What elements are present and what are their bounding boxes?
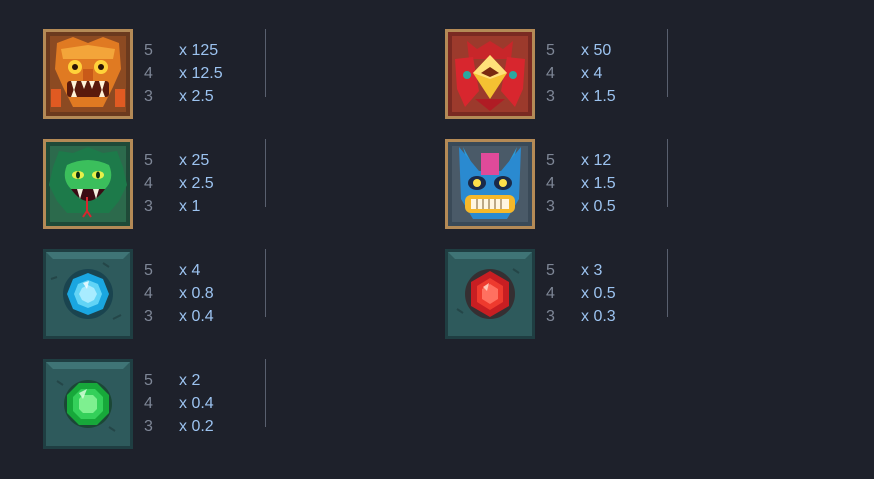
payout-divider <box>265 139 266 207</box>
payout-multiplier: x 0.4 <box>179 308 214 325</box>
paytable-entry-blue-gem: 5 x 4 4 x 0.8 3 x 0.4 <box>43 249 373 341</box>
payout-divider <box>265 249 266 317</box>
payout-divider <box>667 249 668 317</box>
symbol-count: 5 <box>546 152 555 169</box>
payout-multiplier: x 4 <box>179 262 201 279</box>
symbol-count: 3 <box>546 88 555 105</box>
payout-multiplier: x 1 <box>179 198 201 215</box>
paytable-entry-serpent: 5 x 25 4 x 2.5 3 x 1 <box>43 139 373 231</box>
payout-divider <box>265 29 266 97</box>
symbol-count: 5 <box>144 152 153 169</box>
symbol-count: 4 <box>546 65 555 82</box>
symbol-count: 4 <box>144 395 153 412</box>
symbol-count: 4 <box>546 175 555 192</box>
symbol-count: 4 <box>546 285 555 302</box>
serpent-mask-icon <box>43 139 133 229</box>
payout-multiplier: x 0.4 <box>179 395 214 412</box>
paytable-entry-bird: 5 x 50 4 x 4 3 x 1.5 <box>445 29 775 121</box>
symbol-count: 3 <box>144 88 153 105</box>
symbol-count: 4 <box>144 175 153 192</box>
payout-multiplier: x 0.2 <box>179 418 214 435</box>
payout-multiplier: x 0.5 <box>581 285 616 302</box>
payout-multiplier: x 1.5 <box>581 88 616 105</box>
paytable-entry-blue-demon: 5 x 12 4 x 1.5 3 x 0.5 <box>445 139 775 231</box>
jaguar-mask-icon <box>43 29 133 119</box>
symbol-count: 5 <box>546 262 555 279</box>
bird-mask-icon <box>445 29 535 119</box>
payout-multiplier: x 0.5 <box>581 198 616 215</box>
payout-multiplier: x 2 <box>179 372 201 389</box>
payout-multiplier: x 125 <box>179 42 219 59</box>
symbol-count: 3 <box>546 198 555 215</box>
payout-multiplier: x 25 <box>179 152 210 169</box>
symbol-count: 3 <box>546 308 555 325</box>
payout-multiplier: x 50 <box>581 42 612 59</box>
symbol-count: 4 <box>144 65 153 82</box>
payout-multiplier: x 2.5 <box>179 88 214 105</box>
symbol-count: 5 <box>144 262 153 279</box>
paytable-entry-green-gem: 5 x 2 4 x 0.4 3 x 0.2 <box>43 359 373 451</box>
symbol-count: 4 <box>144 285 153 302</box>
symbol-count: 5 <box>144 372 153 389</box>
paytable-entry-red-gem: 5 x 3 4 x 0.5 3 x 0.3 <box>445 249 775 341</box>
symbol-count: 3 <box>144 198 153 215</box>
blue-demon-mask-icon <box>445 139 535 229</box>
symbol-count: 5 <box>546 42 555 59</box>
payout-multiplier: x 2.5 <box>179 175 214 192</box>
payout-multiplier: x 12.5 <box>179 65 223 82</box>
payout-multiplier: x 12 <box>581 152 612 169</box>
blue-gem-icon <box>43 249 133 339</box>
payout-multiplier: x 0.3 <box>581 308 616 325</box>
paytable-entry-jaguar: 5 x 125 4 x 12.5 3 x 2.5 <box>43 29 373 121</box>
symbol-count: 3 <box>144 308 153 325</box>
green-gem-icon <box>43 359 133 449</box>
payout-multiplier: x 3 <box>581 262 603 279</box>
payout-multiplier: x 1.5 <box>581 175 616 192</box>
payout-multiplier: x 0.8 <box>179 285 214 302</box>
payout-divider <box>667 139 668 207</box>
payout-divider <box>265 359 266 427</box>
red-gem-icon <box>445 249 535 339</box>
symbol-count: 5 <box>144 42 153 59</box>
payout-multiplier: x 4 <box>581 65 603 82</box>
payout-divider <box>667 29 668 97</box>
symbol-count: 3 <box>144 418 153 435</box>
